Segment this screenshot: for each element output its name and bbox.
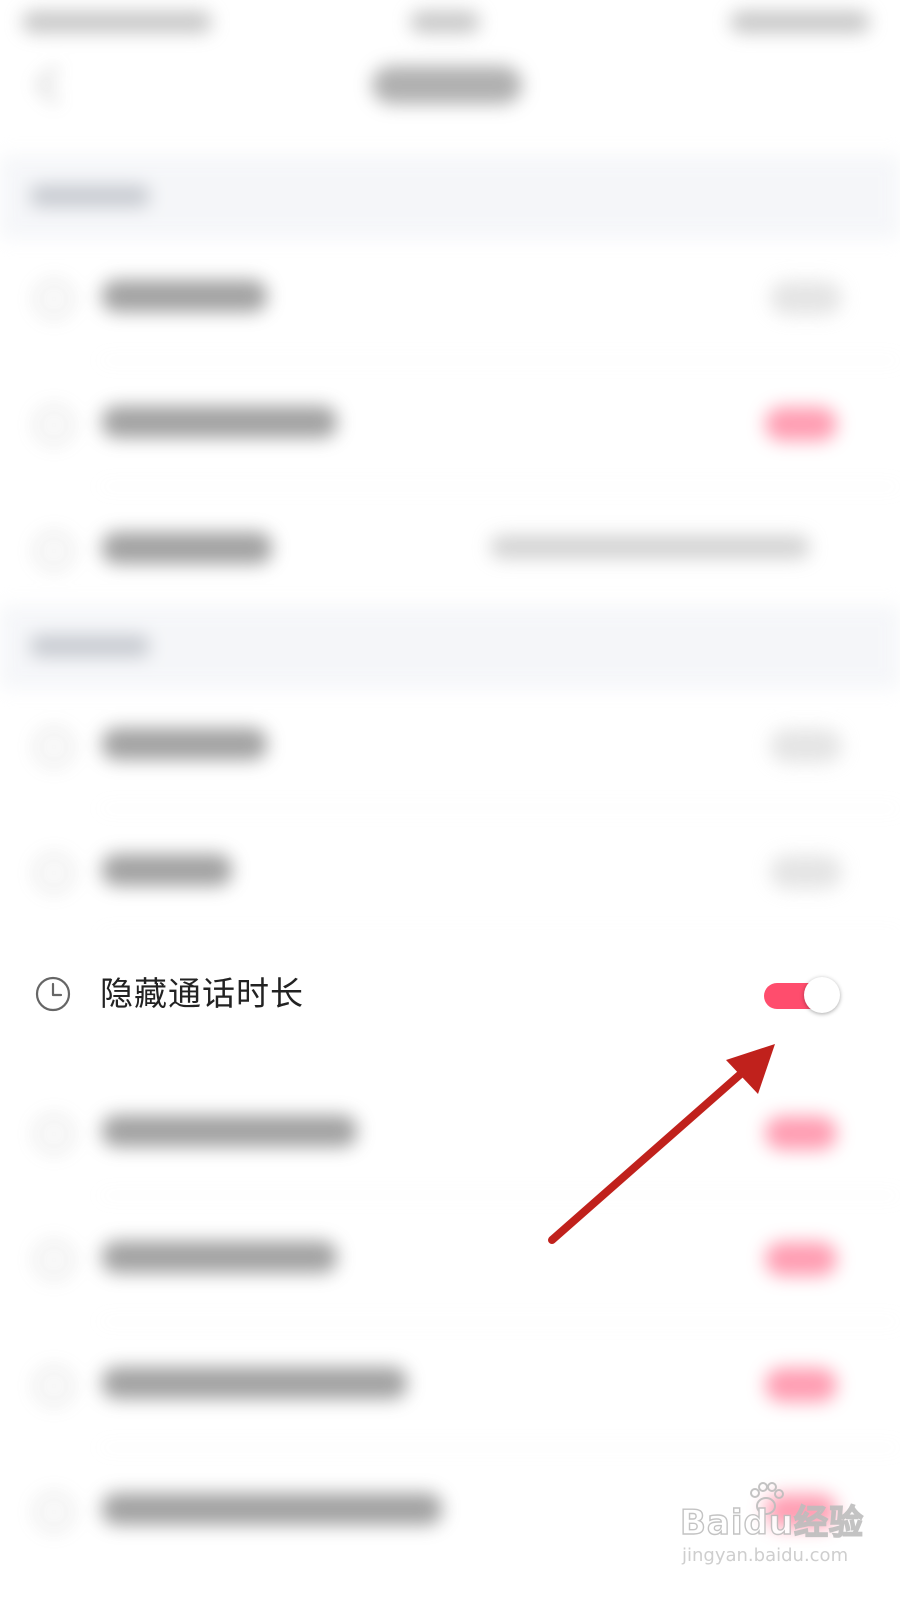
row-label (102, 1115, 357, 1147)
row-toggle[interactable] (770, 729, 842, 763)
setting-row[interactable] (0, 683, 900, 809)
setting-row[interactable] (0, 809, 900, 935)
row-icon (36, 1242, 72, 1278)
status-bar-time (410, 11, 480, 33)
row-toggle[interactable] (770, 855, 842, 889)
section-header (0, 155, 900, 239)
watermark-brand: Baidu经验 (679, 1502, 865, 1543)
nav-bar (0, 44, 900, 144)
row-label (102, 1241, 337, 1273)
nav-title (372, 66, 522, 104)
row-label (102, 728, 267, 760)
row-label (102, 854, 232, 886)
setting-label: 隐藏通话时长 (100, 974, 304, 1013)
setting-row[interactable] (0, 487, 900, 613)
row-toggle[interactable] (765, 1368, 837, 1402)
row-label (102, 1367, 407, 1399)
row-toggle[interactable] (770, 281, 842, 315)
setting-row[interactable] (0, 235, 900, 361)
annotation-arrow (548, 1044, 775, 1244)
hide-call-duration-toggle[interactable] (762, 976, 844, 1016)
row-icon (36, 729, 72, 765)
row-icon (36, 855, 72, 891)
toggle-knob (804, 977, 840, 1013)
row-icon (36, 407, 72, 443)
row-toggle[interactable] (765, 407, 837, 441)
section-header (0, 605, 900, 689)
blurred-background (0, 0, 900, 1600)
row-value (490, 535, 810, 559)
back-icon[interactable] (36, 66, 74, 104)
row-label (102, 280, 267, 312)
row-label (102, 1493, 442, 1525)
row-icon (36, 533, 72, 569)
setting-row[interactable] (0, 361, 900, 487)
row-icon (36, 1116, 72, 1152)
baidu-watermark: Baidu经验 jingyan.baidu.com (679, 1482, 864, 1580)
clock-icon (35, 976, 71, 1012)
row-icon (36, 1368, 72, 1404)
row-icon (36, 281, 72, 317)
row-icon (36, 1494, 72, 1530)
status-bar-left (22, 11, 212, 33)
setting-row[interactable] (0, 1322, 900, 1448)
row-label (102, 406, 337, 438)
status-bar-right (730, 11, 870, 33)
row-label (102, 532, 272, 564)
status-bar (0, 0, 900, 44)
watermark-url: jingyan.baidu.com (682, 1545, 849, 1566)
settings-screen: 隐藏通话时长 Baidu经验 jingyan.baidu.com (0, 0, 900, 1600)
